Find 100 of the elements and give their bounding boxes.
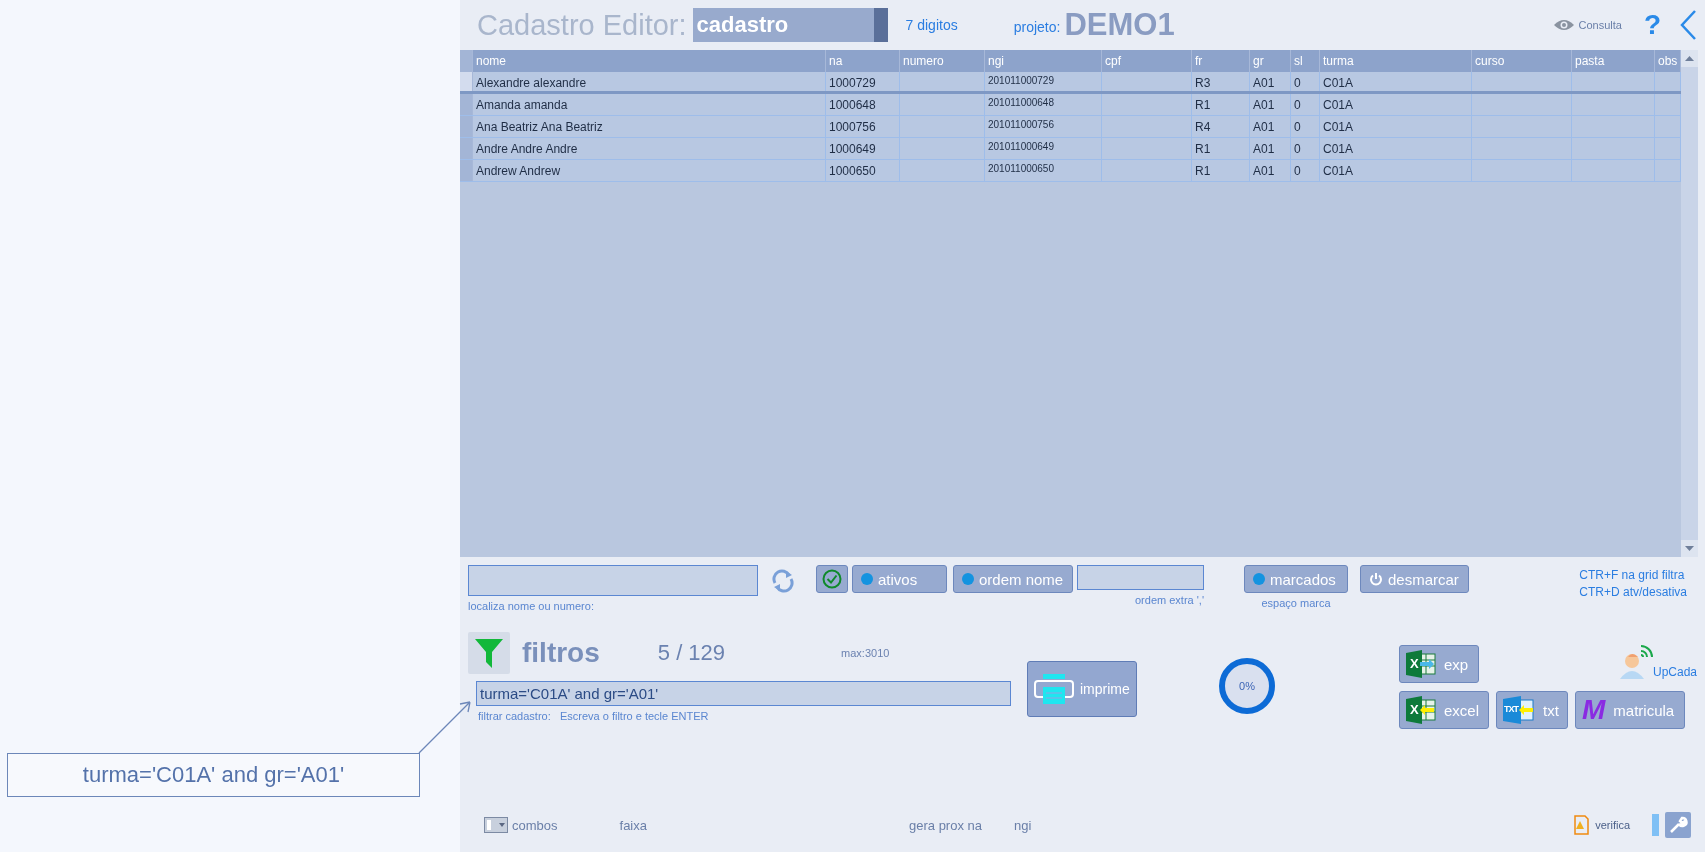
digits-label: 7 digitos [905, 17, 958, 33]
table-cell: 1000650 [826, 160, 900, 181]
table-cell: 0 [1291, 116, 1320, 137]
max-label: max:3010 [841, 647, 890, 659]
warning-document-icon [1571, 815, 1590, 835]
table-cell: 201011000650 [985, 160, 1102, 181]
table-row[interactable]: Ana Beatriz Ana Beatriz 1000756 201011000756 R4 A01 0 C01A [460, 116, 1681, 138]
table-cell: C01A [1320, 72, 1472, 91]
table-cell: 201011000729 [985, 72, 1102, 91]
table-cell: Ana Beatriz Ana Beatriz [473, 116, 826, 137]
table-cell: C01A [1320, 160, 1472, 181]
row-selector[interactable] [460, 94, 473, 115]
table-cell: R4 [1192, 116, 1250, 137]
table-cell: 0 [1291, 94, 1320, 115]
combos-button[interactable]: combos [484, 817, 558, 833]
table-cell: Andre Andre Andre [473, 138, 826, 159]
back-chevron-icon[interactable] [1679, 9, 1697, 41]
search-hint: localiza nome ou numero: [468, 600, 595, 612]
row-selector[interactable] [460, 116, 473, 137]
project-name: DEMO1 [1064, 7, 1175, 43]
help-button[interactable]: ? [1643, 9, 1661, 41]
table-cell: Alexandre alexandre [473, 72, 826, 91]
table-cell: 1000756 [826, 116, 900, 137]
filters-title: filtros [522, 637, 600, 669]
toggle-button[interactable]: ativos [852, 565, 947, 593]
range-label: faixa [619, 817, 647, 833]
table-cell: R1 [1192, 94, 1250, 115]
printer-icon [1034, 673, 1074, 705]
table-cell: C01A [1320, 94, 1472, 115]
leader-line [417, 699, 473, 755]
extra-order-hint: ordem extra ',' [1135, 594, 1204, 606]
toggle-button[interactable]: ordem nome [953, 565, 1073, 593]
table-row[interactable]: Andre Andre Andre 1000649 201011000649 R1 A01 0 C01A [460, 138, 1681, 160]
row-selector[interactable] [460, 138, 473, 159]
unmark-button[interactable]: desmarcar [1360, 565, 1469, 593]
progress-ring: 0% [1219, 658, 1275, 714]
window-title: Cadastro Editor: [477, 8, 687, 42]
table-cell: A01 [1250, 116, 1291, 137]
table-cell: A01 [1250, 72, 1291, 91]
extra-order-field[interactable] [1077, 565, 1204, 590]
filter-hint: filtrar cadastro: Escreva o filtro e tecle ENTER [478, 710, 710, 722]
status-bar-indicator [1652, 814, 1659, 836]
filter-funnel-icon[interactable] [468, 632, 510, 674]
table-cell: Andrew Andrew [473, 160, 826, 181]
table-cell: A01 [1250, 138, 1291, 159]
confirm-button[interactable] [816, 565, 848, 593]
table-cell: 201011000648 [985, 94, 1102, 115]
scroll-down-icon[interactable] [1685, 546, 1694, 551]
action-button[interactable]: M matricula [1575, 691, 1685, 729]
shortcut-hint: CTR+D atv/desativa [1579, 584, 1687, 601]
check-circle-icon [822, 569, 842, 589]
next-field-label: ngi [1014, 817, 1032, 833]
user-signal-icon [1618, 645, 1653, 679]
callout-box: turma='C01A' and gr='A01' [7, 753, 420, 797]
action-button[interactable]: TXT txt [1496, 691, 1568, 729]
table-cell: A01 [1250, 160, 1291, 181]
table-cell: R1 [1192, 160, 1250, 181]
table-cell: 201011000756 [985, 116, 1102, 137]
table-cell: 0 [1291, 72, 1320, 91]
scrollbar[interactable] [1681, 50, 1698, 557]
marked-button[interactable]: marcados [1244, 565, 1348, 593]
row-selector[interactable] [460, 72, 473, 91]
project-label: projeto: [1013, 19, 1061, 35]
table-cell: 0 [1291, 138, 1320, 159]
table-cell: 1000729 [826, 72, 900, 91]
action-button[interactable]: X exp [1399, 645, 1479, 683]
upload-link[interactable]: UpCada [1618, 645, 1697, 679]
view-mode-link[interactable]: Consulta [1553, 18, 1622, 32]
marked-hint: espaço marca [1261, 597, 1331, 609]
record-count: 5 / 129 [657, 640, 726, 666]
table-dropdown[interactable]: cadastro [692, 8, 888, 42]
eye-icon [1553, 18, 1576, 32]
grid-corner [460, 50, 473, 72]
shortcut-hint: CTR+F na grid filtra [1579, 567, 1686, 584]
action-button[interactable]: X excel [1399, 691, 1489, 729]
next-number-label: gera prox na [909, 817, 982, 833]
power-icon [1369, 572, 1383, 586]
print-button[interactable]: imprime [1027, 661, 1137, 717]
search-field[interactable] [468, 565, 758, 596]
table-cell: Amanda amanda [473, 94, 826, 115]
scroll-up-icon[interactable] [1685, 56, 1694, 61]
letter-icon: M [1582, 694, 1606, 726]
table-row[interactable]: Amanda amanda 1000648 201011000648 R1 A01 0 C01A [460, 94, 1681, 116]
table-cell: R1 [1192, 138, 1250, 159]
table-cell: C01A [1320, 116, 1472, 137]
table-row[interactable]: Andrew Andrew 1000650 201011000650 R1 A01 0 C01A [460, 160, 1681, 182]
table-row[interactable]: Alexandre alexandre 1000729 201011000729 R3 A01 0 C01A [460, 72, 1681, 94]
row-selector[interactable] [460, 160, 473, 181]
refresh-icon[interactable] [770, 569, 796, 593]
table-cell: C01A [1320, 138, 1472, 159]
combo-box-icon [484, 817, 508, 833]
filter-field[interactable]: turma='C01A' and gr='A01' [476, 681, 1011, 706]
table-cell: R3 [1192, 72, 1250, 91]
table-cell: A01 [1250, 94, 1291, 115]
table-cell: 201011000649 [985, 138, 1102, 159]
table-cell: 1000649 [826, 138, 900, 159]
table-cell: 0 [1291, 160, 1320, 181]
table-cell: 1000648 [826, 94, 900, 115]
verify-button[interactable]: verifica [1571, 815, 1630, 835]
wrench-icon[interactable] [1665, 812, 1691, 838]
